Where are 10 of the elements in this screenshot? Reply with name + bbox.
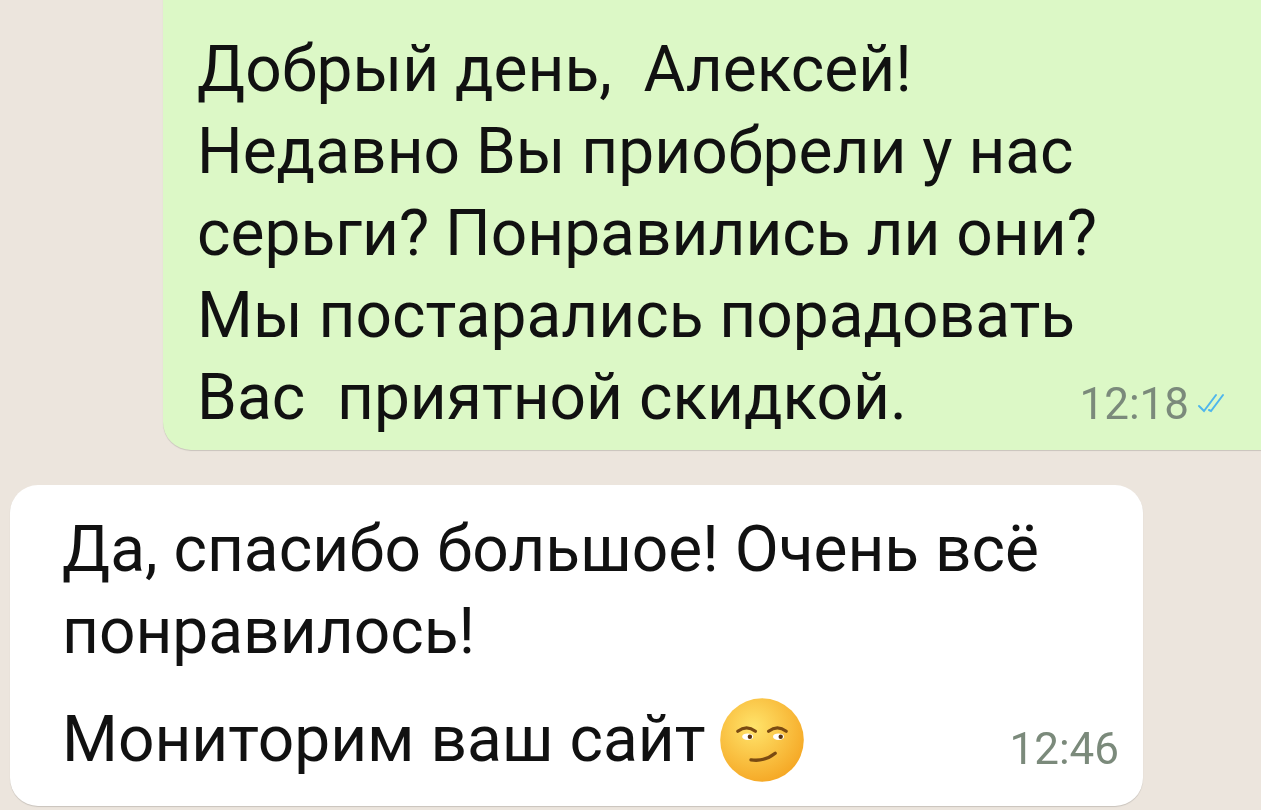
message-text: Недавно Вы приобрели у нас xyxy=(197,113,1074,191)
message-time: 12:46 xyxy=(1009,722,1119,777)
message-text: Да, спасибо большое! Очень всё xyxy=(62,511,1039,589)
message-text: Вас приятной скидкой. xyxy=(197,359,907,437)
message-text: серьги? Понравились ли они? xyxy=(197,195,1097,273)
message-text: Мониторим ваш сайт xyxy=(62,701,706,779)
message-text: Мы постарались порадовать xyxy=(197,277,1076,355)
message-text: Добрый день, Алексей! xyxy=(197,31,912,109)
message-time: 12:18 xyxy=(1079,377,1189,432)
message-text: понравилось! xyxy=(62,593,475,671)
